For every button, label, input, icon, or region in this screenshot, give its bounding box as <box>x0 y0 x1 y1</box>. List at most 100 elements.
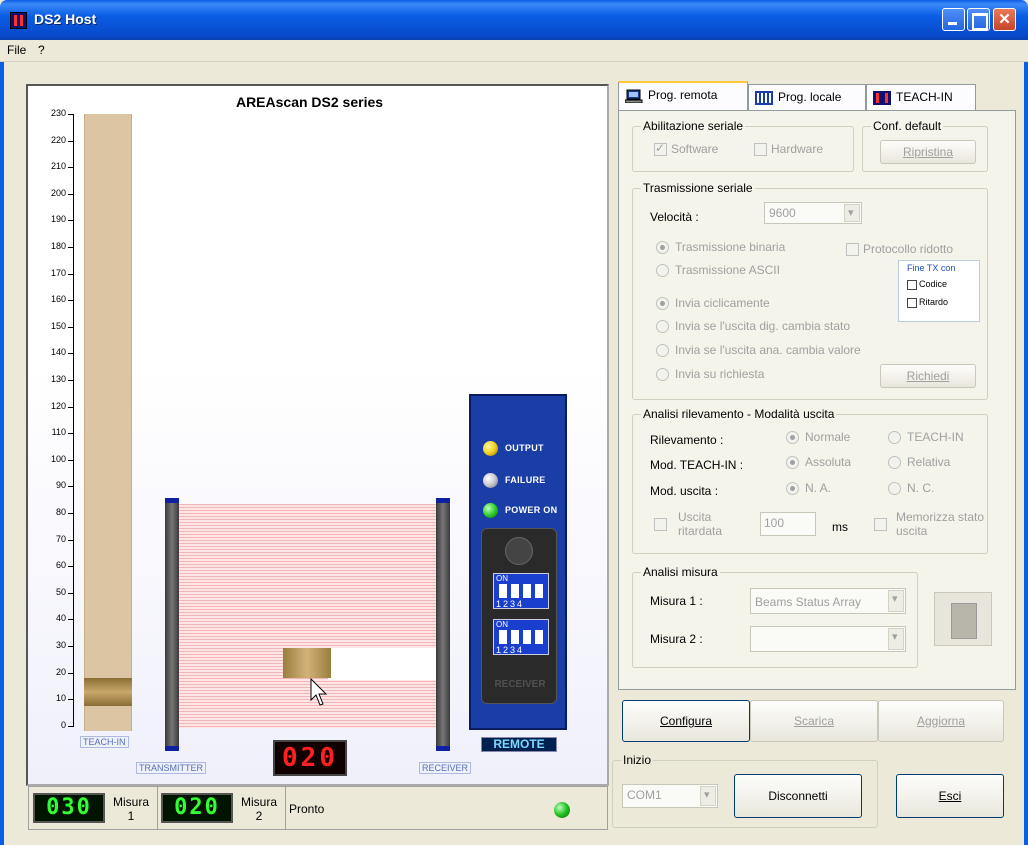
scale-tick <box>68 699 74 701</box>
scale-tick-label: 230 <box>50 108 66 118</box>
detection-label: Rilevamento : <box>650 433 724 447</box>
on-request-label: Invia su richiesta <box>675 367 765 381</box>
scale-tick <box>68 725 74 727</box>
digital-change-label: Invia se l'uscita dig. cambia stato <box>675 319 851 333</box>
scale-tick-label: 50 <box>55 586 66 597</box>
scale-tick-label: 180 <box>50 241 66 251</box>
scale-tick <box>68 140 74 142</box>
simulation-title: AREAscan DS2 series <box>235 94 384 110</box>
detection-normal-radio[interactable]: Normale <box>786 430 850 445</box>
fine-tx-title: Fine TX con <box>907 263 956 273</box>
center-led-display: 020 <box>273 740 347 776</box>
update-button[interactable]: Aggiorna <box>878 700 1004 742</box>
scale-tick-label: 10 <box>55 693 66 704</box>
dip-numbers: 1234 <box>496 599 525 609</box>
measure2-display: 020 <box>161 793 233 823</box>
scale-tick <box>68 459 74 461</box>
light-beams <box>179 504 436 728</box>
measure1-select[interactable]: Beams Status Array <box>750 588 906 614</box>
on-request-radio[interactable]: Invia su richiesta <box>656 367 765 382</box>
teach-in-caption: TEACH-IN <box>80 736 129 748</box>
output-na-radio[interactable]: N. A. <box>786 481 832 496</box>
remote-label: REMOTE <box>481 737 557 752</box>
teach-relative-radio[interactable]: Relativa <box>888 455 950 470</box>
scale-tick-label: 90 <box>55 480 66 491</box>
output-na-label: N. A. <box>805 481 832 495</box>
failure-status: FAILURE <box>483 472 573 490</box>
start-title: Inizio <box>621 753 654 767</box>
fine-code-checkbox[interactable]: Codice <box>907 279 947 290</box>
measure2-select-label: Misura 2 : <box>650 632 703 646</box>
analog-change-radio[interactable]: Invia se l'uscita ana. cambia valore <box>656 343 861 358</box>
hardware-label: Hardware <box>771 142 824 156</box>
ascii-radio[interactable]: Trasmissione ASCII <box>656 263 780 278</box>
areascan-icon[interactable] <box>934 592 992 646</box>
output-nc-label: N. C. <box>907 481 935 495</box>
failure-label: FAILURE <box>505 475 546 485</box>
digital-change-radio[interactable]: Invia se l'uscita dig. cambia stato <box>656 319 851 334</box>
detected-object <box>283 648 331 678</box>
tab-prog-locale[interactable]: Prog. locale <box>748 84 866 110</box>
scale-tick-label: 130 <box>50 374 66 384</box>
hardware-checkbox[interactable]: Hardware <box>754 142 824 157</box>
speed-value: 9600 <box>769 206 796 220</box>
scale-axis-line <box>73 114 74 726</box>
measure-group: Analisi misura <box>632 565 918 668</box>
menu-file[interactable]: File <box>7 43 26 57</box>
output-label: OUTPUT <box>505 443 544 453</box>
menu-help[interactable]: ? <box>38 43 45 57</box>
teach-mode-label: Mod. TEACH-IN : <box>650 458 744 472</box>
output-nc-radio[interactable]: N. C. <box>888 481 935 496</box>
tab-teach-in[interactable]: TEACH-IN <box>866 84 976 110</box>
speed-label: Velocità : <box>650 210 699 224</box>
status-bar: 030 Misura 1 020 Misura 2 Pronto <box>28 786 608 830</box>
maximize-button[interactable] <box>967 8 990 31</box>
restore-label: Ripristina <box>902 145 953 159</box>
window-frame-right <box>1024 40 1028 845</box>
scale-tick-label: 170 <box>50 267 66 278</box>
binary-radio[interactable]: Trasmissione binaria <box>656 240 785 255</box>
scale-tick <box>68 513 74 514</box>
speed-select[interactable]: 9600 <box>764 202 862 224</box>
status-text: Pronto <box>289 802 325 816</box>
tab-label: Prog. locale <box>778 90 842 104</box>
delay-input[interactable]: 100 <box>760 512 816 536</box>
status-separator <box>157 787 158 829</box>
port-select[interactable]: COM1 <box>622 784 718 808</box>
scale-tick <box>68 486 74 488</box>
output-mode-label: Mod. uscita : <box>650 484 719 498</box>
delay-unit-label: ms <box>832 520 848 534</box>
scale-tick-label: 30 <box>55 640 66 650</box>
teach-absolute-radio[interactable]: Assoluta <box>786 455 851 470</box>
exit-button[interactable]: Esci <box>896 774 1004 818</box>
scale-tick-label: 160 <box>50 294 66 305</box>
scale-tick-label: 120 <box>50 400 66 411</box>
power-status: POWER ON <box>483 502 573 520</box>
disconnect-button[interactable]: Disconnetti <box>734 774 862 818</box>
status-separator <box>285 787 286 829</box>
minimize-button[interactable] <box>942 8 965 31</box>
mouse-pointer-icon <box>310 678 328 706</box>
scale-tick <box>68 167 74 169</box>
scale-tick-label: 110 <box>51 427 66 438</box>
cyclic-radio[interactable]: Invia ciclicamente <box>656 296 770 311</box>
detection-teach-radio[interactable]: TEACH-IN <box>888 430 964 445</box>
request-button[interactable]: Richiedi <box>880 364 976 388</box>
configure-button[interactable]: Configura <box>622 700 750 742</box>
restore-button[interactable]: Ripristina <box>880 140 976 164</box>
reduced-protocol-checkbox[interactable]: Protocollo ridotto <box>846 242 953 257</box>
scale-tick-label: 190 <box>50 214 66 225</box>
analog-change-label: Invia se l'uscita ana. cambia valore <box>675 343 861 357</box>
tab-prog-remota[interactable]: Prog. remota <box>618 81 748 111</box>
software-checkbox[interactable]: Software <box>654 141 718 157</box>
download-button[interactable]: Scarica <box>750 700 878 742</box>
measure2-select[interactable] <box>750 626 906 652</box>
title-bar[interactable]: DS2 Host ✕ <box>0 0 1028 40</box>
tab-label: Prog. remota <box>648 88 718 102</box>
disconnect-label: Disconnetti <box>768 789 828 803</box>
close-button[interactable]: ✕ <box>993 8 1016 31</box>
height-scale: 230 220 210 200 190 180 170 160 150 140 130 120 110 1… <box>32 106 82 730</box>
fine-delay-checkbox[interactable]: Ritardo <box>907 297 948 308</box>
receiver-caption: RECEIVER <box>419 762 472 774</box>
download-label: Scarica <box>793 714 834 728</box>
